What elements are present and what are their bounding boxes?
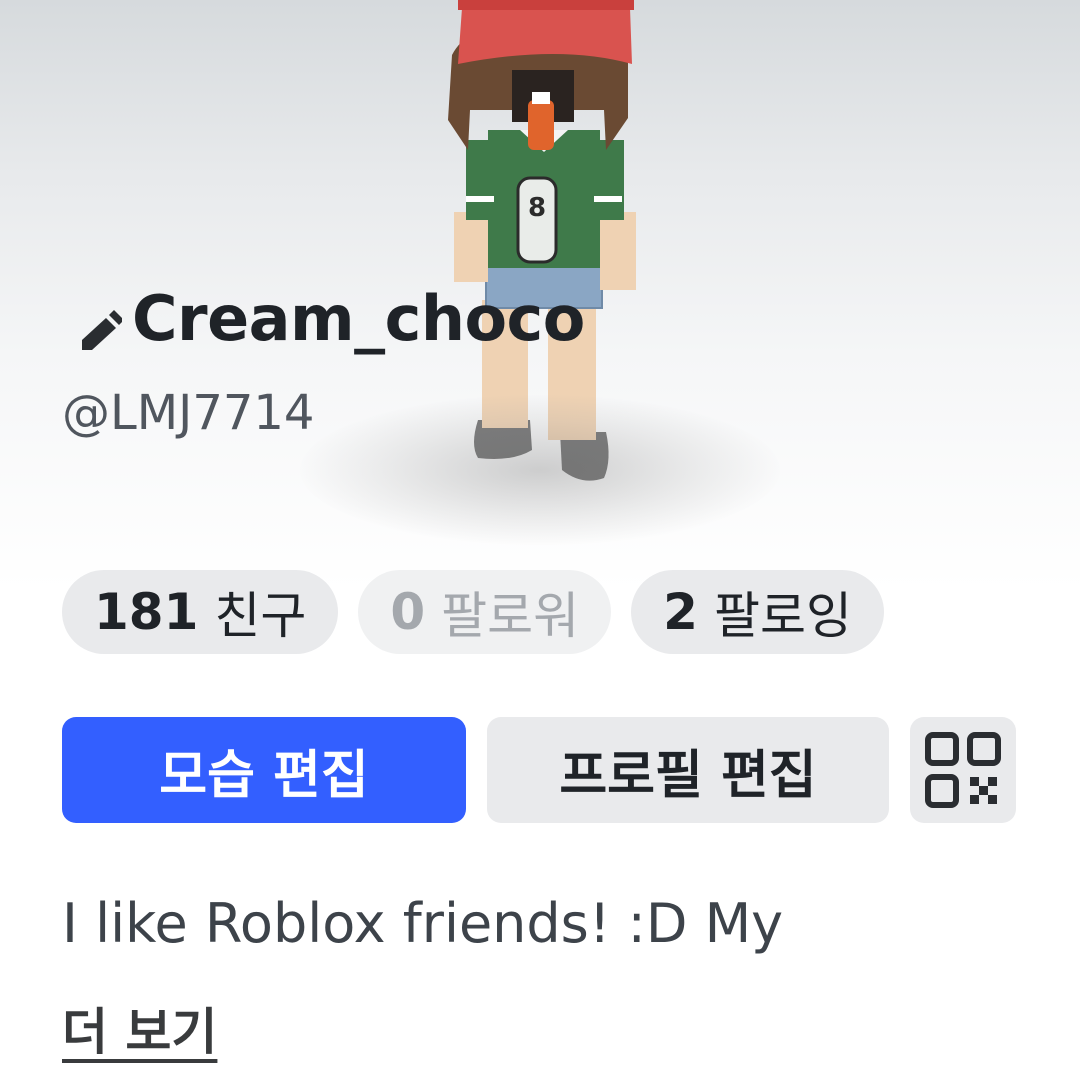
edit-profile-button[interactable]: 프로필 편집 [487,717,889,823]
friends-count: 181 [94,583,199,641]
edit-avatar-button[interactable]: 모습 편집 [62,717,466,823]
following-count: 2 [663,583,698,641]
display-name: Cream_choco [132,282,585,355]
see-more-link[interactable]: 더 보기 [62,992,217,1064]
username: @LMJ7714 [62,385,315,441]
qr-code-icon [925,732,1001,808]
avatar-hero: 8 Cream_choco @LMJ7714 [0,0,1080,590]
followers-pill[interactable]: 0 팔로워 [358,570,612,654]
qr-code-button[interactable] [910,717,1016,823]
avatar-ground-shadow [300,395,780,545]
friends-label: 친구 [214,587,307,645]
stats-row: 181 친구 0 팔로워 2 팔로잉 [62,570,884,656]
friends-pill[interactable]: 181 친구 [62,570,339,654]
pencil-icon[interactable] [78,296,122,352]
following-label: 팔로잉 [713,587,852,645]
followers-label: 팔로워 [441,587,580,645]
shirt-number: 8 [528,193,546,223]
following-pill[interactable]: 2 팔로잉 [631,570,884,654]
bio-text: I like Roblox friends! :D My [62,892,784,955]
followers-count: 0 [390,583,426,641]
